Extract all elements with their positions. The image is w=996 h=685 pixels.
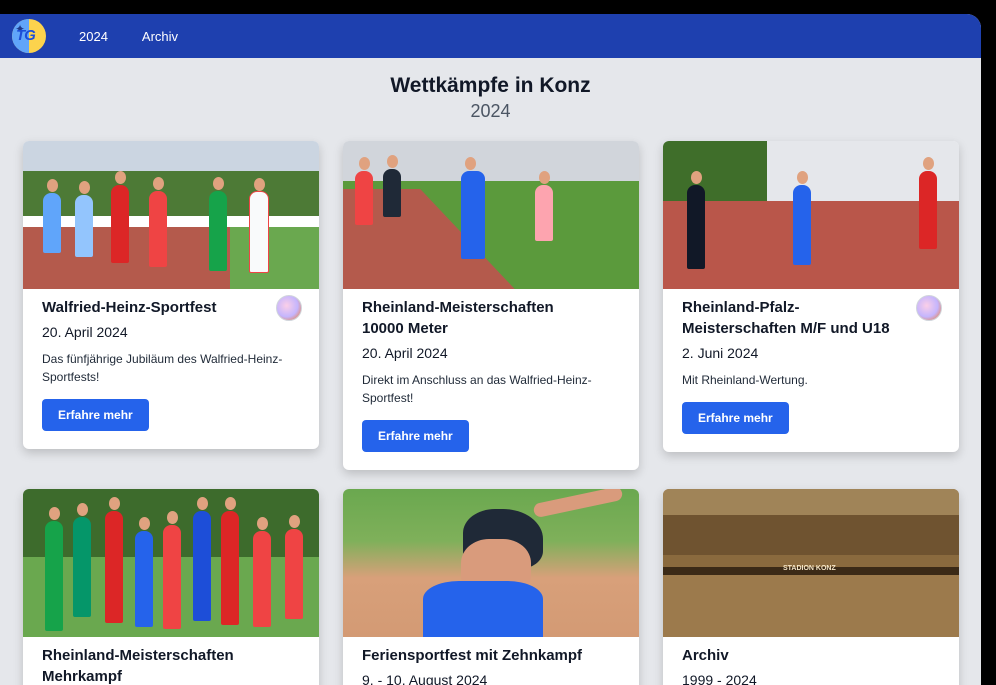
event-photo[interactable] [23, 141, 319, 289]
logo-text: TG [16, 27, 36, 44]
card-description: Mit Rheinland-Wertung. [682, 373, 808, 387]
runner [249, 178, 269, 273]
runner [355, 157, 373, 225]
event-card: Rheinland-Pfalz-Meisterschaften M/F und … [663, 141, 959, 452]
card-description: Direkt im Anschluss an das Walfried-Hein… [362, 373, 592, 405]
browser-window: ✦ TG 2024 Archiv Wettkämpfe in Konz 2024… [0, 14, 981, 685]
athlete [73, 503, 91, 617]
card-title: Rheinland-Pfalz-Meisterschaften M/F und … [682, 299, 890, 337]
nav-link-archiv[interactable]: Archiv [142, 29, 178, 44]
event-card: Rheinland-Meisterschaften 10000 Meter 20… [343, 141, 639, 470]
runner [535, 171, 553, 241]
event-badge-icon [916, 295, 942, 321]
runner [43, 179, 61, 253]
runner [461, 157, 485, 259]
event-card: STADION KONZ Archiv 1999 - 2024 [663, 489, 959, 685]
card-date: 20. April 2024 [362, 345, 448, 361]
card-title: Walfried-Heinz-Sportfest [42, 299, 217, 316]
runner [687, 171, 705, 269]
card-body: Rheinland-Pfalz-Meisterschaften M/F und … [663, 289, 959, 452]
photo-trees [663, 141, 767, 201]
card-title: Archiv [682, 647, 729, 664]
card-date: 9. - 10. August 2024 [362, 672, 488, 685]
event-photo[interactable]: STADION KONZ [663, 489, 959, 637]
runner [919, 157, 937, 249]
event-photo[interactable] [343, 141, 639, 289]
photo-track [663, 575, 959, 637]
photo-grass [230, 227, 319, 289]
event-photo[interactable] [23, 489, 319, 637]
card-body: Rheinland-Meisterschaften Mehrkampf [23, 637, 319, 685]
event-badge-icon [276, 295, 302, 321]
card-description: Das fünfjährige Jubiläum des Walfried-He… [42, 352, 283, 384]
event-card: Rheinland-Meisterschaften Mehrkampf [23, 489, 319, 685]
athlete [163, 511, 181, 629]
photo-trees [23, 171, 319, 216]
athlete [253, 517, 271, 627]
event-photo[interactable] [663, 141, 959, 289]
runner [75, 181, 93, 257]
runner [793, 171, 811, 265]
photo-track [663, 201, 959, 289]
runner [111, 171, 129, 263]
card-body: Feriensportfest mit Zehnkampf 9. - 10. A… [343, 637, 639, 685]
card-date: 2. Juni 2024 [682, 345, 759, 361]
runner [209, 177, 227, 271]
card-body: Archiv 1999 - 2024 [663, 637, 959, 685]
page-subtitle: 2024 [470, 101, 511, 121]
event-card: Walfried-Heinz-Sportfest 20. April 2024 … [23, 141, 319, 449]
event-photo[interactable] [343, 489, 639, 637]
nav-link-2024[interactable]: 2024 [79, 29, 108, 44]
card-title: Rheinland-Meisterschaften Mehrkampf [42, 647, 234, 685]
learn-more-button[interactable]: Erfahre mehr [362, 420, 469, 452]
event-card: Feriensportfest mit Zehnkampf 9. - 10. A… [343, 489, 639, 685]
athlete-shirt [423, 581, 543, 637]
learn-more-button[interactable]: Erfahre mehr [42, 399, 149, 431]
athlete [221, 497, 239, 625]
athlete [105, 497, 123, 623]
runner [383, 155, 401, 217]
card-body: Rheinland-Meisterschaften 10000 Meter 20… [343, 289, 639, 470]
navbar: ✦ TG 2024 Archiv [0, 14, 981, 58]
runner [149, 177, 167, 267]
card-title: Feriensportfest mit Zehnkampf [362, 647, 583, 664]
athlete [135, 517, 153, 627]
learn-more-button[interactable]: Erfahre mehr [682, 402, 789, 434]
page-title: Wettkämpfe in Konz [390, 74, 591, 97]
athlete [285, 515, 303, 619]
athlete [45, 507, 63, 631]
card-date: 20. April 2024 [42, 324, 128, 340]
card-title: Rheinland-Meisterschaften 10000 Meter [362, 299, 554, 337]
athlete [193, 497, 211, 621]
card-body: Walfried-Heinz-Sportfest 20. April 2024 … [23, 289, 319, 449]
photo-stands [663, 515, 959, 555]
stadium-sign-text: STADION KONZ [783, 565, 836, 572]
club-logo[interactable]: ✦ TG [12, 19, 46, 53]
card-date: 1999 - 2024 [682, 672, 757, 685]
